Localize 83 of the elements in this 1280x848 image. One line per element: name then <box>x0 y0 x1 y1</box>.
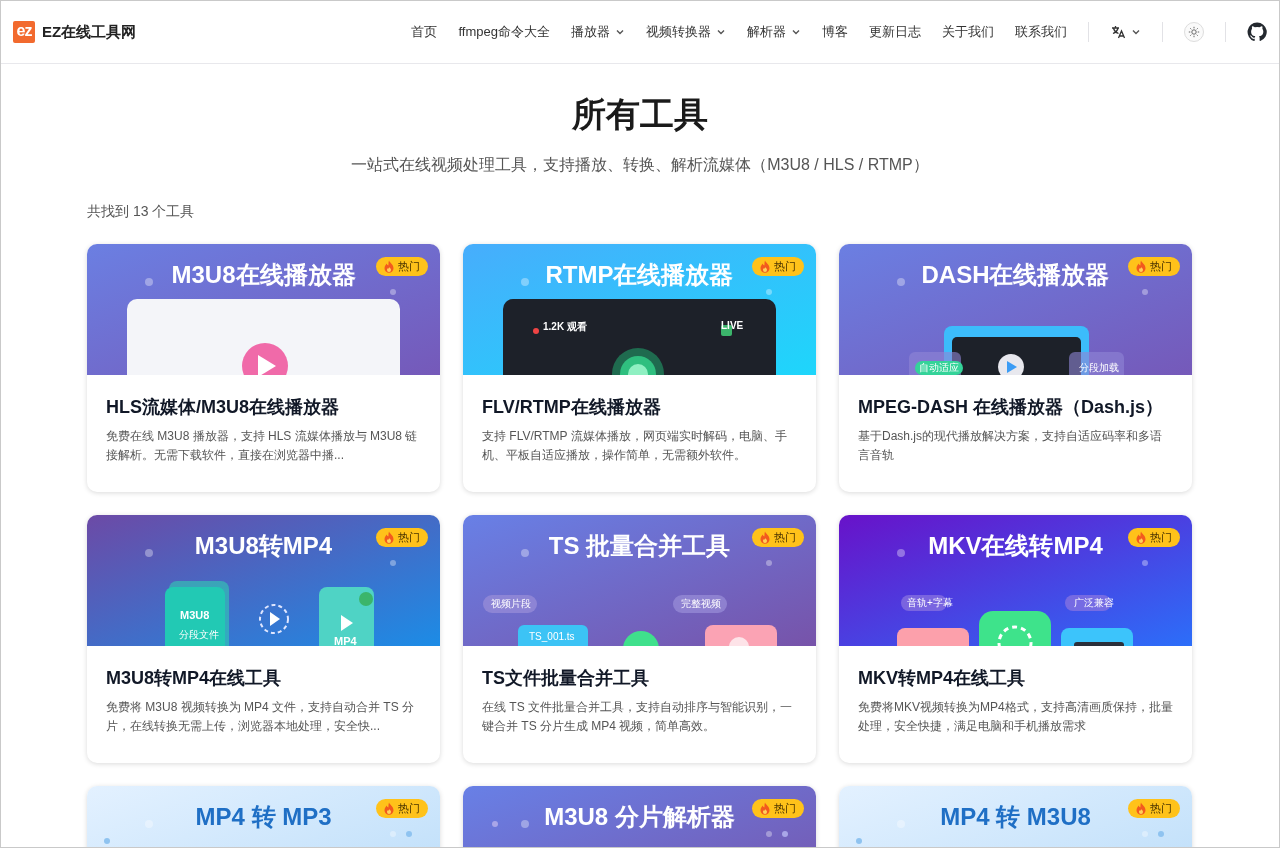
flame-icon <box>384 260 394 273</box>
theme-toggle[interactable] <box>1184 22 1204 42</box>
banner-title: DASH在线播放器 <box>921 260 1110 290</box>
badge-label: 热门 <box>398 801 420 816</box>
flame-icon <box>760 802 770 815</box>
logo-mark: ez <box>13 21 35 43</box>
badge-label: 热门 <box>774 259 796 274</box>
card-title: HLS流媒体/M3U8在线播放器 <box>106 396 340 419</box>
card-title: M3U8转MP4在线工具 <box>106 667 283 690</box>
illustration-label: MP4 <box>334 635 357 646</box>
illustration-label: TS_001.ts <box>529 631 575 642</box>
nav-link[interactable]: 博客 <box>822 23 848 41</box>
badge-label: 热门 <box>774 801 796 816</box>
caret-icon <box>716 27 726 37</box>
banner-title: M3U8转MP4 <box>194 531 333 561</box>
tool-card[interactable]: M3U8在线播放器 热门 HLS流媒体/M3U8在线播放器 免费在线 M3U8 播放器，支持 HLS 流媒体播放与 M3U8 链接解析。无需下载软件，直接在浏览器中播... <box>87 244 440 492</box>
caret-icon <box>791 27 801 37</box>
card-description: 在线 TS 文件批量合并工具，支持自动排序与智能识别，一键合并 TS 分片生成 MP4 视频，简单高效。 <box>482 699 793 735</box>
card-description: 基于Dash.js的现代播放解决方案，支持自适应码率和多语言音轨 <box>858 428 1163 464</box>
flame-icon <box>760 260 770 273</box>
banner-title: M3U8在线播放器 <box>171 260 356 290</box>
badge-label: 热门 <box>1150 801 1172 816</box>
nav-link[interactable]: 更新日志 <box>869 23 921 41</box>
badge-label: 热门 <box>1150 259 1172 274</box>
result-count: 共找到 13 个工具 <box>87 202 196 221</box>
flame-icon <box>384 802 394 815</box>
nav-dropdown[interactable]: 视频转换器 <box>646 23 726 41</box>
site-name: EZ在线工具网 <box>42 22 137 42</box>
illustration-label: 广泛兼容 <box>1074 596 1114 610</box>
illustration-label: 音轨+字幕 <box>907 596 953 610</box>
banner-title: MP4 转 MP3 <box>195 802 332 832</box>
card-title: TS文件批量合并工具 <box>482 667 650 690</box>
nav-link[interactable]: 联系我们 <box>1015 23 1067 41</box>
page-subtitle: 一站式在线视频处理工具，支持播放、转换、解析流媒体（M3U8 / HLS / RTMP） <box>350 155 930 175</box>
tool-card[interactable]: MKV在线转MP4 热门 音轨+字幕 广泛兼容 MKV转MP4在线工具 免费将MKV视频转换为MP4格式，支持高清画质保持，批量处理，安全快捷，满足电脑和手机播放需求 <box>839 515 1192 763</box>
translate-icon <box>1110 24 1126 40</box>
banner-title: TS 批量合并工具 <box>548 531 731 561</box>
card-description: 免费在线 M3U8 播放器，支持 HLS 流媒体播放与 M3U8 链接解析。无需下载软件，直接在浏览器中播... <box>106 428 419 464</box>
github-link[interactable] <box>1247 22 1267 42</box>
logo-link[interactable]: ez EZ在线工具网 <box>13 21 137 43</box>
card-description: 免费将 M3U8 视频转换为 MP4 文件，支持自动合并 TS 分片，在线转换无需上传，浏览器本地处理，安全快... <box>106 699 416 735</box>
nav-link[interactable]: 关于我们 <box>942 23 994 41</box>
badge-label: 热门 <box>774 530 796 545</box>
language-button[interactable] <box>1110 24 1141 40</box>
illustration-label: 视频片段 <box>491 597 531 611</box>
nav-link[interactable]: ffmpeg命令大全 <box>458 23 550 41</box>
flame-icon <box>1136 260 1146 273</box>
illustration-label: 1.2K 观看 <box>543 320 587 334</box>
github-icon <box>1247 22 1267 42</box>
illustration-label: 分段文件 <box>179 628 219 642</box>
sun-icon <box>1188 26 1200 38</box>
tool-card[interactable]: RTMP在线播放器 热门 1.2K 观看 LIVE FLV/RTMP在线播放器 支持 FLV/RTMP 流媒体播放，网页端实时解码，电脑、手机、平板自适应播放，操作简单，无需额外软件。 <box>463 244 816 492</box>
tool-card[interactable]: M3U8转MP4 热门 M3U8 分段文件 MP4 M3U8转MP4在线工具 免费将 M3U8 视频转换为 MP4 文件，支持自动合并 TS 分片，在线转换无需上传，浏览器本地处理，安全快... <box>87 515 440 763</box>
flame-icon <box>1136 531 1146 544</box>
flame-icon <box>384 531 394 544</box>
caret-icon <box>615 27 625 37</box>
flame-icon <box>760 531 770 544</box>
card-title: FLV/RTMP在线播放器 <box>482 396 662 419</box>
card-description: 免费将MKV视频转换为MP4格式，支持高清画质保持，批量处理，安全快捷，满足电脑和手机播放需求 <box>858 699 1173 735</box>
banner-title: MKV在线转MP4 <box>928 531 1103 561</box>
illustration-label: 自动适应 <box>915 361 963 375</box>
nav-dropdown[interactable]: 解析器 <box>747 23 801 41</box>
card-title: MKV转MP4在线工具 <box>858 667 1026 690</box>
card-title: MPEG-DASH 在线播放器（Dash.js） <box>858 396 1165 419</box>
tool-card[interactable]: TS 批量合并工具 热门 视频片段 TS_001.ts 完整视频 TS文件批量合并工具 在线 TS 文件批量合并工具，支持自动排序与智能识别，一键合并 TS 分片生成 MP4 视频，简单高效。 <box>463 515 816 763</box>
banner-title: M3U8 分片解析器 <box>544 802 735 832</box>
badge-label: 热门 <box>398 530 420 545</box>
tool-card[interactable]: MP4 转 M3U8 热门 <box>839 786 1192 847</box>
nav-link[interactable]: 首页 <box>411 23 438 41</box>
badge-label: 热门 <box>1150 530 1172 545</box>
tool-card[interactable]: MP4 转 MP3 热门 <box>87 786 440 847</box>
caret-icon <box>1131 27 1141 37</box>
flame-icon <box>1136 802 1146 815</box>
illustration-label: M3U8 <box>180 609 210 621</box>
badge-label: 热门 <box>398 259 420 274</box>
banner-title: MP4 转 M3U8 <box>940 802 1091 832</box>
banner-title: RTMP在线播放器 <box>545 260 734 290</box>
card-description: 支持 FLV/RTMP 流媒体播放，网页端实时解码，电脑、手机、平板自适应播放，操作简单，无需额外软件。 <box>482 428 788 464</box>
illustration-label: 完整视频 <box>681 597 721 611</box>
illustration-label: LIVE <box>721 320 744 331</box>
page-title: 所有工具 <box>571 94 709 135</box>
nav-dropdown[interactable]: 播放器 <box>571 23 625 41</box>
tool-card[interactable]: M3U8 分片解析器 热门 <box>463 786 816 847</box>
